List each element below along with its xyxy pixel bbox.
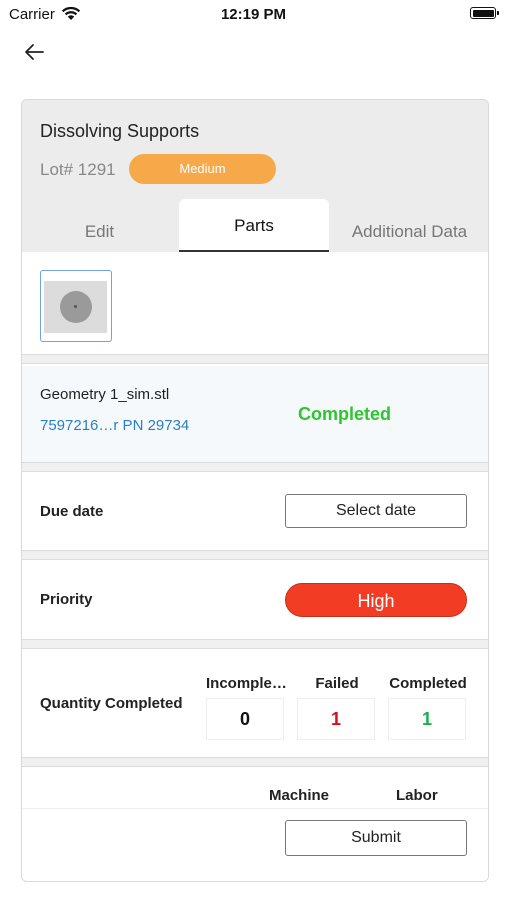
clock: 12:19 PM [220, 6, 287, 23]
part-status: Completed [298, 404, 392, 424]
lot-number: Lot# 1291 [40, 160, 116, 179]
submit-button[interactable]: Submit [285, 820, 467, 856]
due-date-label: Due date [40, 503, 104, 520]
tab-parts[interactable]: Parts [179, 199, 329, 252]
priority-row: Priority High [22, 560, 488, 639]
machine-header: Machine [269, 787, 330, 804]
divider [22, 462, 488, 472]
due-date-row: Due date Select date [22, 472, 488, 550]
part-shape-center [74, 305, 77, 308]
divider [22, 354, 488, 364]
part-file-name: Geometry 1_sim.stl [40, 386, 170, 403]
battery-icon [470, 7, 499, 19]
status-bar: Carrier 12:19 PM [0, 0, 507, 28]
divider [22, 808, 488, 809]
select-date-button[interactable]: Select date [285, 494, 467, 528]
priority-label: Priority [40, 591, 93, 608]
divider [22, 757, 488, 767]
completed-count[interactable]: 1 [388, 698, 466, 740]
part-thumbnail[interactable] [40, 270, 112, 342]
quantity-row: Quantity Completed Incomple… Failed Comp… [22, 649, 488, 757]
failed-count[interactable]: 1 [297, 698, 375, 740]
job-card: Dissolving Supports Lot# 1291 Medium Edi… [21, 99, 489, 882]
completed-header: Completed [389, 675, 467, 692]
failed-header: Failed [315, 675, 359, 692]
part-shape [60, 291, 92, 323]
tab-additional-data[interactable]: Additional Data [331, 212, 488, 252]
part-preview-image [44, 281, 107, 333]
job-title: Dissolving Supports [40, 121, 200, 141]
divider [22, 550, 488, 560]
priority-selector[interactable]: High [285, 583, 467, 617]
priority-badge: Medium [129, 154, 276, 184]
time-tracking-row: Machine Labor Submit [22, 767, 488, 881]
part-number-link[interactable]: 7597216…r PN 29734 [40, 417, 189, 434]
quantity-label: Quantity Completed [40, 695, 183, 712]
tab-edit[interactable]: Edit [22, 212, 177, 252]
incomplete-count[interactable]: 0 [206, 698, 284, 740]
labor-header: Labor [396, 787, 438, 804]
part-row: Geometry 1_sim.stl 7597216…r PN 29734 Co… [22, 366, 488, 462]
divider [22, 639, 488, 649]
job-header: Dissolving Supports Lot# 1291 Medium Edi… [22, 100, 488, 252]
incomplete-header: Incomple… [206, 675, 287, 692]
back-arrow-icon[interactable] [22, 40, 46, 64]
